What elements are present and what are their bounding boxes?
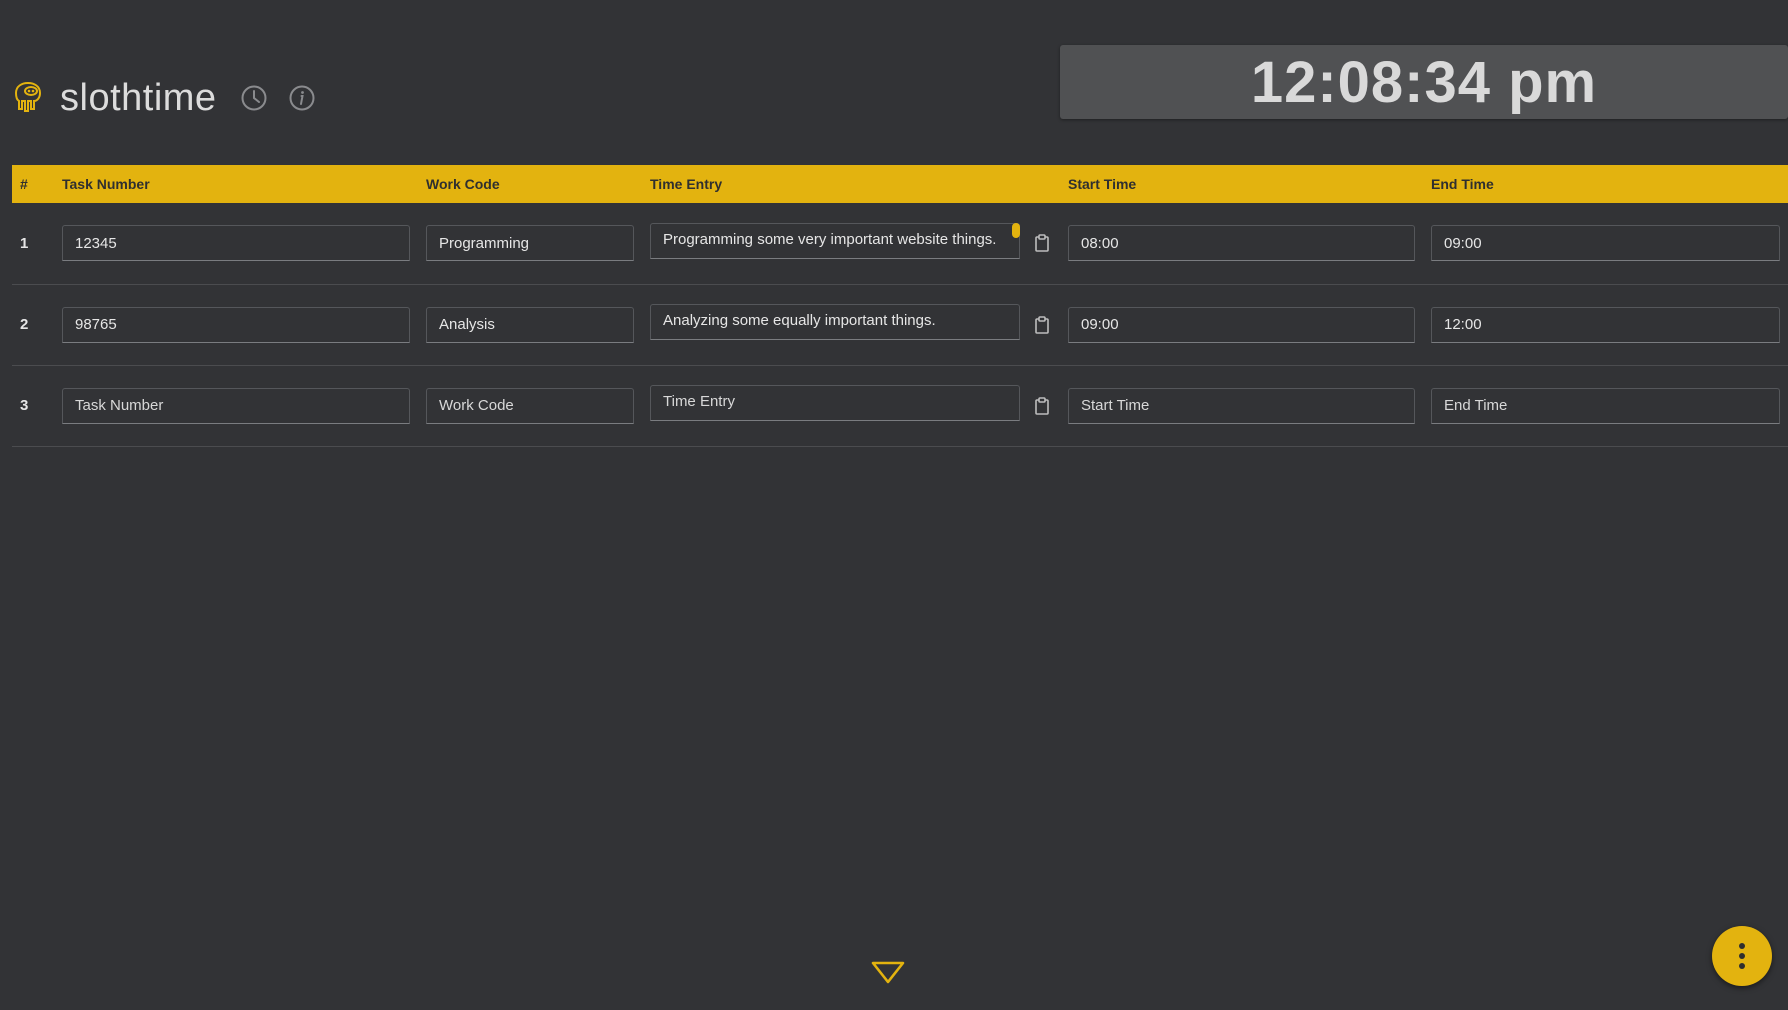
app-title: slothtime (60, 76, 217, 119)
clipboard-icon[interactable] (1032, 314, 1052, 336)
table-row: 1 Programming some very important websit… (12, 203, 1788, 284)
more-vertical-icon (1739, 943, 1745, 969)
time-entry-input[interactable]: Programming some very important website … (650, 222, 1020, 259)
column-header-number: # (20, 176, 28, 192)
start-time-input[interactable] (1068, 387, 1415, 424)
row-number: 3 (20, 397, 29, 414)
clock-display: 12:08:34 pm (1060, 45, 1788, 119)
table-row: 3 (12, 365, 1788, 446)
row-number: 1 (20, 234, 29, 252)
end-time-input[interactable] (1431, 387, 1780, 424)
column-header-time-entry: Time Entry (650, 176, 723, 192)
table-row: 2 Analyzing some equally important thing… (12, 284, 1788, 365)
work-code-input[interactable] (426, 387, 634, 424)
textarea-scrollbar[interactable] (1012, 222, 1020, 238)
sloth-logo-icon (10, 80, 46, 116)
more-options-button[interactable] (1712, 926, 1772, 986)
start-time-input[interactable] (1068, 225, 1415, 262)
column-header-work-code: Work Code (426, 176, 500, 192)
end-time-input[interactable] (1431, 306, 1780, 343)
triangle-down-icon[interactable] (870, 958, 906, 988)
clipboard-icon[interactable] (1032, 232, 1052, 254)
task-number-input[interactable] (62, 306, 410, 343)
work-code-input[interactable] (426, 306, 634, 343)
app-header: slothtime (10, 60, 335, 136)
column-header-end-time: End Time (1431, 176, 1494, 192)
row-number: 2 (20, 316, 29, 333)
task-number-input[interactable] (62, 225, 410, 262)
time-entry-input[interactable] (650, 385, 1020, 421)
work-code-input[interactable] (426, 225, 634, 262)
column-header-task-number: Task Number (62, 176, 150, 192)
info-icon[interactable] (287, 83, 317, 113)
column-header-start-time: Start Time (1068, 176, 1137, 192)
clock-icon[interactable] (239, 83, 269, 113)
end-time-input[interactable] (1431, 225, 1780, 262)
start-time-input[interactable] (1068, 306, 1415, 343)
task-number-input[interactable] (62, 387, 410, 424)
time-entry-input[interactable]: Analyzing some equally important things. (650, 304, 1020, 340)
clock-time: 12:08:34 pm (1250, 49, 1598, 115)
clipboard-icon[interactable] (1032, 395, 1052, 417)
time-entry-table: # Task Number Work Code Time Entry Start… (12, 165, 1788, 447)
table-header-row: # Task Number Work Code Time Entry Start… (12, 165, 1788, 203)
